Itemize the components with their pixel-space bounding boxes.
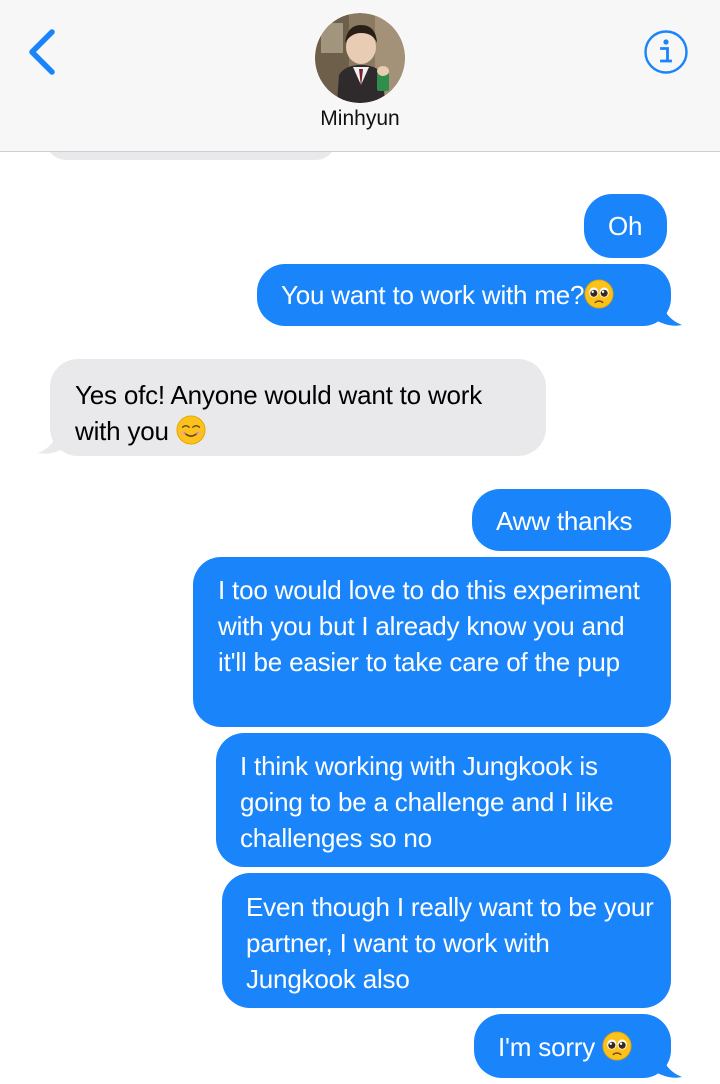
message-text: I think working with Jungkook is going t… [240, 751, 614, 853]
message-bubble-received[interactable]: Yes ofc! Anyone would want to work with … [50, 359, 546, 456]
conversation-header: Minhyun [0, 0, 720, 152]
message-bubble-sent[interactable]: I think working with Jungkook is going t… [216, 733, 671, 867]
message-thread[interactable]: Oh You want to work with me? Yes ofc! An… [0, 0, 720, 1084]
pleading-face-emoji-icon [584, 279, 614, 309]
message-text: Oh [608, 211, 643, 241]
chevron-left-icon[interactable] [22, 28, 62, 76]
info-icon[interactable] [643, 29, 689, 75]
message-bubble-sent[interactable]: Oh [584, 194, 668, 258]
pleading-face-emoji-icon [602, 1031, 632, 1061]
message-bubble-sent[interactable]: I'm sorry [474, 1014, 671, 1078]
contact-name[interactable]: Minhyun [0, 107, 720, 131]
message-bubble-sent[interactable]: You want to work with me? [257, 264, 671, 326]
smiling-face-emoji-icon [176, 415, 206, 445]
message-text: Yes ofc! Anyone would want to work with … [75, 380, 483, 446]
message-text: You want to work with me? [281, 280, 585, 310]
message-bubble-sent[interactable]: Even though I really want to be your par… [222, 873, 671, 1008]
bubble-tail [652, 300, 682, 326]
avatar[interactable] [315, 13, 405, 103]
message-bubble-sent[interactable]: I too would love to do this experiment w… [193, 557, 671, 727]
message-text: Even though I really want to be your par… [246, 892, 654, 994]
message-text: I too would love to do this experiment w… [218, 575, 640, 677]
message-text: I'm sorry [498, 1032, 596, 1062]
message-bubble-sent[interactable]: Aww thanks [472, 489, 671, 551]
message-text: Aww thanks [496, 506, 633, 536]
bubble-tail [38, 428, 68, 454]
bubble-tail [652, 1052, 682, 1078]
